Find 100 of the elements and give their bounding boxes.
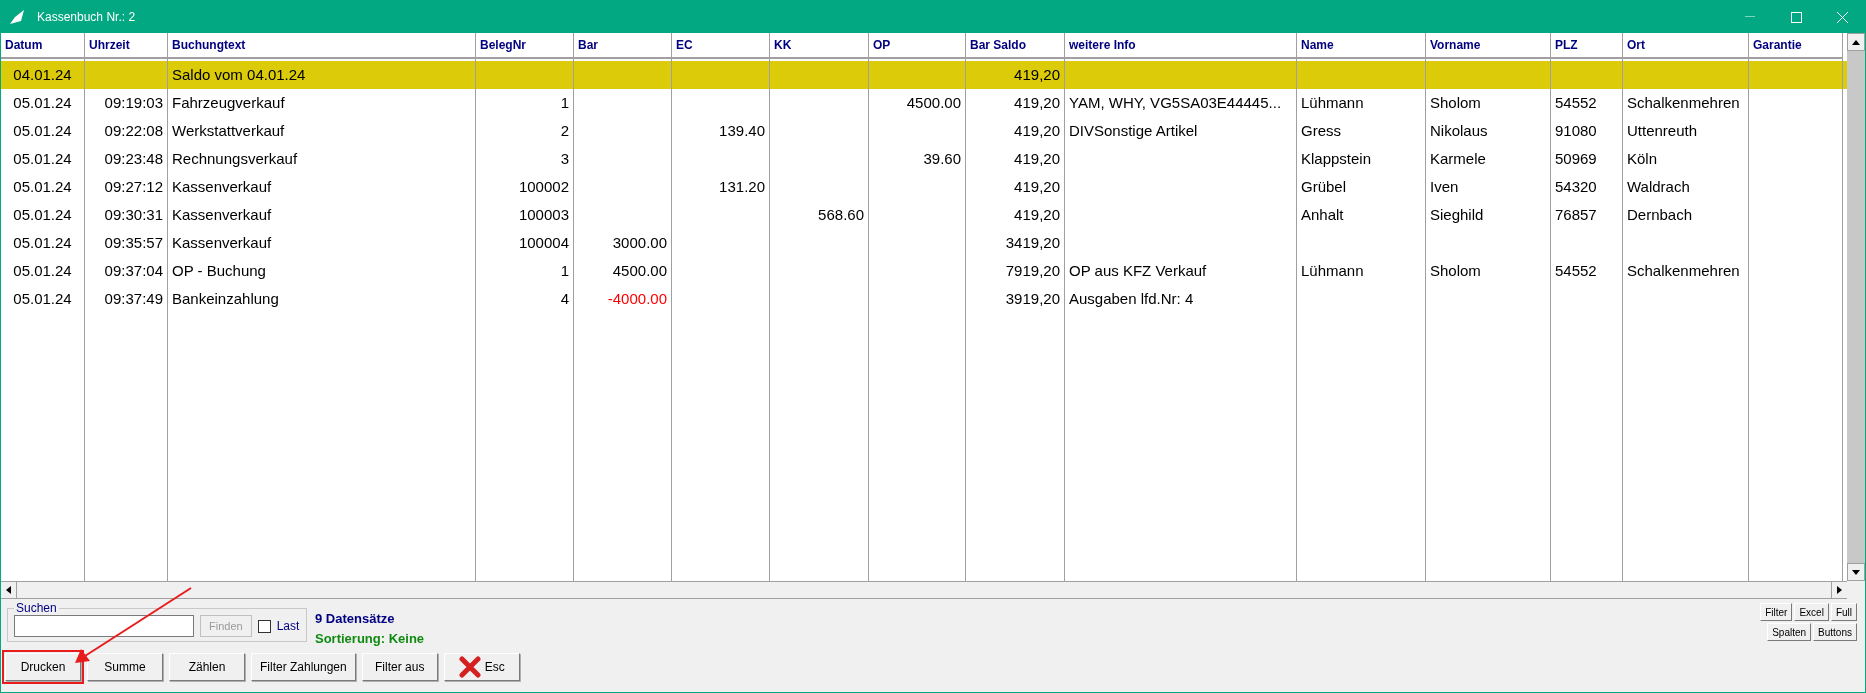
table-cell-text: 05.01.24: [12, 204, 73, 225]
vertical-scrollbar[interactable]: [1847, 33, 1865, 581]
column-header[interactable]: BelegNr: [476, 33, 574, 59]
small-button[interactable]: Buttons: [1813, 623, 1857, 641]
table-cell-text: Sholom: [1429, 92, 1482, 113]
right-arrow-icon: [1837, 586, 1842, 594]
table-cell-text: Kassenverkauf: [171, 204, 273, 225]
table-cell-text: 05.01.24: [12, 288, 73, 309]
column-header[interactable]: Uhrzeit: [85, 33, 168, 59]
small-button[interactable]: Excel: [1794, 603, 1829, 621]
column-header[interactable]: Name: [1297, 33, 1426, 59]
sorting-status: Sortierung: Keine: [315, 629, 425, 648]
table-cell-text: 3919,20: [1004, 288, 1061, 309]
table-cell-text: 50969: [1554, 148, 1598, 169]
table-cell-text: -4000.00: [606, 288, 668, 309]
table-cell-text: 91080: [1554, 120, 1598, 141]
table-cell-text: YAM, WHY, VG5SA03E44445...: [1068, 92, 1283, 113]
table-row[interactable]: 04.01.24 Saldo vom 04.01.24 419,20: [1, 61, 1847, 89]
table-cell-text: Sholom: [1429, 260, 1482, 281]
toolbar-button[interactable]: Drucken: [5, 653, 81, 681]
toolbar-button[interactable]: Filter Zahlungen: [251, 653, 356, 681]
toolbar-button[interactable]: Zählen: [169, 653, 245, 681]
table-cell-text: Anhalt: [1300, 204, 1345, 225]
table-cell-text: 419,20: [1013, 92, 1061, 113]
last-checkbox[interactable]: [257, 619, 271, 633]
down-arrow-icon: [1852, 569, 1860, 575]
table-cell-text: Lühmann: [1300, 92, 1365, 113]
table-cell-text: Gress: [1300, 120, 1342, 141]
table-cell-text: 05.01.24: [12, 232, 73, 253]
column-header[interactable]: Bar: [574, 33, 672, 59]
column-header[interactable]: Vorname: [1426, 33, 1551, 59]
table-cell-text: 4500.00: [611, 260, 668, 281]
window-title: Kassenbuch Nr.: 2: [37, 9, 136, 26]
table-cell-text: Ausgaben lfd.Nr: 4: [1068, 288, 1195, 309]
x-icon: [458, 656, 481, 678]
toolbar-button[interactable]: Summe: [87, 653, 163, 681]
minimize-icon: [1745, 16, 1755, 18]
table-cell-text: 131.20: [718, 176, 766, 197]
last-label: Last: [276, 618, 300, 635]
table-cell-text: Köln: [1626, 148, 1659, 169]
app-logo-icon: [9, 9, 25, 25]
column-header[interactable]: Bar Saldo: [966, 33, 1065, 59]
table-cell-text: 568.60: [817, 204, 865, 225]
search-field[interactable]: [14, 615, 194, 637]
table-cell-text: Kassenverkauf: [171, 232, 273, 253]
column-header[interactable]: Datum: [1, 33, 85, 59]
table-cell-text: 09:37:49: [103, 288, 164, 309]
table-cell-text: 05.01.24: [12, 92, 73, 113]
column-header[interactable]: Buchungtext: [168, 33, 476, 59]
column-header[interactable]: PLZ: [1551, 33, 1623, 59]
table-cell-text: 09:19:03: [103, 92, 164, 113]
table-cell-text: 05.01.24: [12, 148, 73, 169]
table-cell-text: 4: [559, 288, 570, 309]
table-cell-text: 3000.00: [611, 232, 668, 253]
table-cell-text: 419,20: [1013, 176, 1061, 197]
table-cell-text: Nikolaus: [1429, 120, 1489, 141]
table-cell-text: Uttenreuth: [1626, 120, 1699, 141]
table-cell-text: 4500.00: [905, 92, 962, 113]
table-cell-text: 76857: [1554, 204, 1598, 225]
table-cell-text: OP aus KFZ Verkauf: [1068, 260, 1208, 281]
table-cell-text: 09:27:12: [103, 176, 164, 197]
small-button[interactable]: Full: [1830, 603, 1857, 621]
close-icon: [1836, 11, 1848, 23]
table-cell-text: 419,20: [1013, 204, 1061, 225]
table-cell-text: 100002: [517, 176, 570, 197]
table-cell-text: DIVSonstige Artikel: [1068, 120, 1199, 141]
table-cell-text: 39.60: [922, 148, 962, 169]
maximize-icon: [1790, 11, 1802, 23]
table-cell-text: Lühmann: [1300, 260, 1365, 281]
table-cell-text: 54552: [1554, 260, 1598, 281]
column-header[interactable]: KK: [770, 33, 869, 59]
table-cell-text: Kassenverkauf: [171, 176, 273, 197]
column-header[interactable]: EC: [672, 33, 770, 59]
escape-button[interactable]: Esc: [443, 653, 520, 681]
horizontal-scrollbar[interactable]: [1, 581, 1847, 599]
table-cell-text: Schalkenmehren: [1626, 92, 1741, 113]
table-cell-text: 139.40: [718, 120, 766, 141]
table-cell-text: 05.01.24: [12, 120, 73, 141]
left-arrow-icon: [6, 586, 11, 594]
table-cell-text: 419,20: [1013, 120, 1061, 141]
small-button[interactable]: Spalten: [1767, 623, 1812, 641]
table-cell-text: 1: [559, 260, 570, 281]
table-cell-text: Iven: [1429, 176, 1460, 197]
table-cell-text: 54320: [1554, 176, 1598, 197]
table-cell-text: 54552: [1554, 92, 1598, 113]
table-cell-text: 09:30:31: [103, 204, 164, 225]
table-cell-text: 09:23:48: [103, 148, 164, 169]
column-header[interactable]: Ort: [1623, 33, 1749, 59]
table-cell-text: OP - Buchung: [171, 260, 267, 281]
column-header[interactable]: OP: [869, 33, 966, 59]
table-cell-text: Dernbach: [1626, 204, 1694, 225]
table-cell-text: 05.01.24: [12, 176, 73, 197]
small-button[interactable]: Filter: [1760, 603, 1793, 621]
table-cell-text: 100004: [517, 232, 570, 253]
table-cell-text: 1: [559, 92, 570, 113]
toolbar-button[interactable]: Filter aus: [361, 653, 438, 681]
table-cell-text: Bankeinzahlung: [171, 288, 280, 309]
record-count: 9 Datensätze: [315, 610, 396, 628]
column-header[interactable]: weitere Info: [1065, 33, 1297, 59]
column-header[interactable]: Garantie: [1749, 33, 1843, 59]
